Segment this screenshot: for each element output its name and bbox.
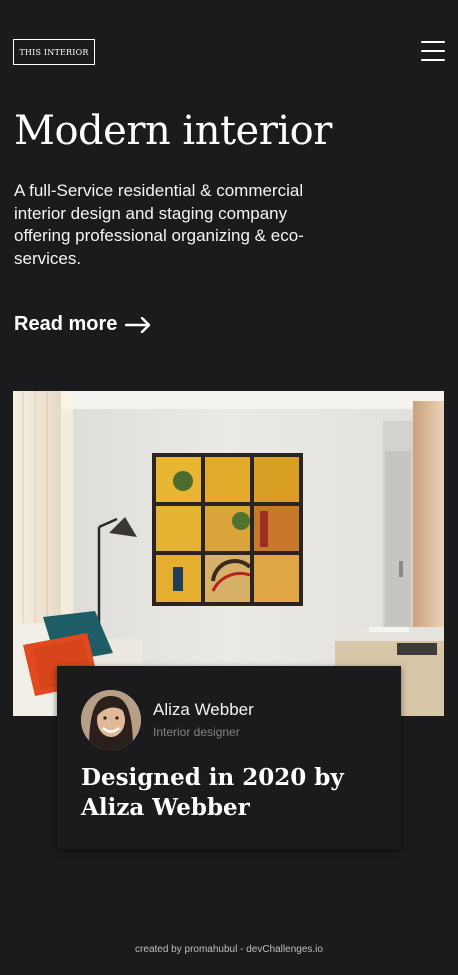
menu-line: [421, 59, 445, 61]
hero-title: Modern interior: [14, 108, 332, 154]
arrow-right-icon: [125, 316, 151, 333]
hero-description: A full-Service residential & commercial …: [14, 181, 304, 268]
hamburger-menu-icon[interactable]: [421, 40, 445, 62]
menu-line: [421, 50, 445, 52]
read-more-link[interactable]: Read more: [14, 313, 151, 336]
card-title: Designed in 2020 by Aliza Webber: [81, 764, 344, 821]
read-more-label: Read more: [14, 313, 118, 335]
author-role: Interior designer: [153, 725, 240, 739]
author-name: Aliza Webber: [153, 700, 254, 719]
menu-line: [421, 41, 445, 43]
designer-card: Aliza Webber Interior designer Designed …: [57, 666, 401, 849]
footer-credit: created by promahubul - devChallenges.io: [135, 944, 323, 955]
logo[interactable]: THIS INTERIOR: [13, 39, 95, 65]
avatar: [81, 690, 141, 750]
